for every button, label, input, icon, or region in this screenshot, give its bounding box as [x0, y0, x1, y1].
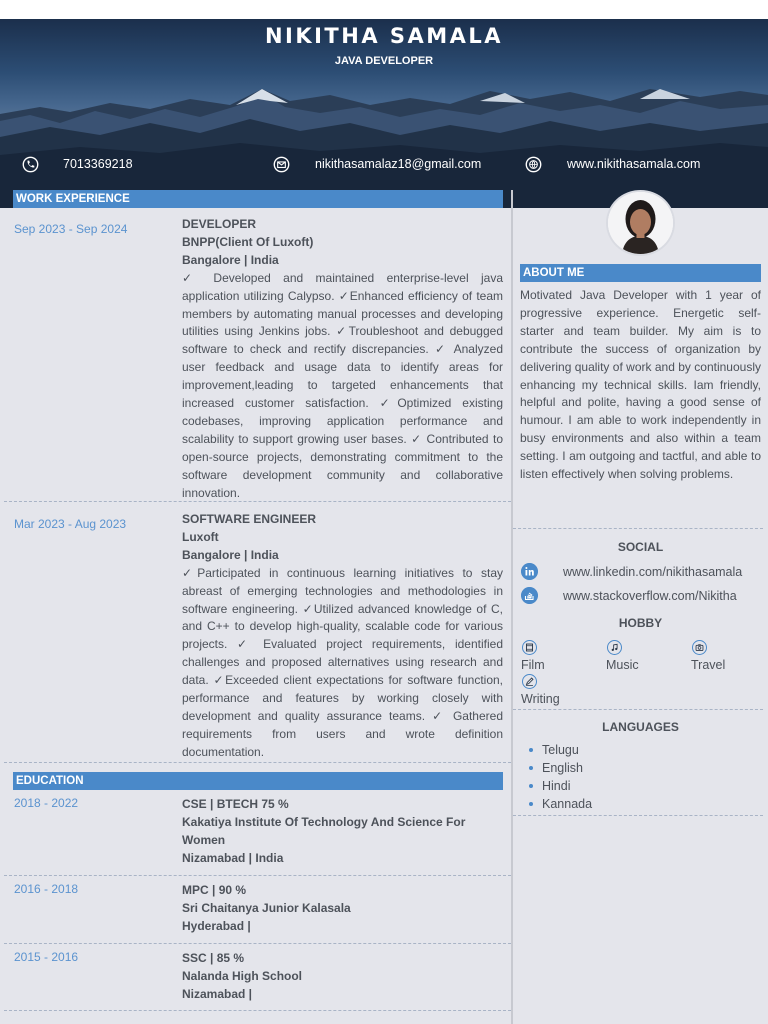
job-location: Bangalore | India: [182, 252, 279, 267]
job-position: SOFTWARE ENGINEER: [182, 512, 317, 526]
phone-number: 7013369218: [63, 157, 133, 171]
hobby-heading: HOBBY: [618, 616, 663, 630]
work-experience-heading: WORK EXPERIENCE: [13, 190, 503, 208]
job-location: Bangalore | India: [182, 547, 279, 562]
bullet-icon: [529, 766, 533, 770]
education-degree: CSE | BTECH 75 %: [182, 797, 289, 811]
job-company: Luxoft: [182, 529, 219, 544]
contact-phone[interactable]: 7013369218: [22, 155, 133, 173]
bullet-icon: [529, 802, 533, 806]
social-linkedin[interactable]: www.linkedin.com/nikithasamala: [521, 563, 742, 580]
language-item: Kannada: [529, 797, 592, 811]
phone-icon: [22, 156, 39, 172]
hobby-item: Music: [606, 640, 686, 672]
candidate-name: NIKITHA SAMALA: [264, 24, 504, 48]
hobby-label: Film: [521, 658, 545, 672]
divider: [4, 943, 511, 944]
divider: [4, 875, 511, 876]
email-icon: [273, 156, 290, 172]
pen-icon: [522, 674, 537, 689]
education-school: Sri Chaitanya Junior Kalasala: [182, 900, 351, 915]
job-title: JAVA DEVELOPER: [334, 55, 434, 67]
right-column: ABOUT ME Motivated Java Developer with 1…: [513, 190, 768, 1024]
contact-website[interactable]: www.nikithasamala.com: [525, 155, 700, 173]
job-position: DEVELOPER: [182, 217, 257, 231]
camera-icon: [692, 640, 707, 655]
divider: [4, 762, 511, 763]
divider: [4, 1010, 511, 1011]
hobby-item: Travel: [691, 640, 768, 672]
stackoverflow-url: www.stackoverflow.com/Nikitha: [563, 588, 737, 603]
linkedin-url: www.linkedin.com/nikithasamala: [563, 564, 743, 579]
languages-heading: LANGUAGES: [602, 720, 679, 734]
website-url: www.nikithasamala.com: [567, 157, 701, 171]
about-me-text: Motivated Java Developer with 1 year of …: [520, 288, 761, 482]
education-degree: SSC | 85 %: [182, 951, 245, 965]
job-description: ✓ Developed and maintained enterprise-le…: [182, 270, 503, 500]
education-school: Nalanda High School: [182, 968, 303, 983]
divider: [513, 815, 763, 816]
globe-icon: [525, 156, 542, 172]
hobby-item: Writing: [521, 674, 601, 706]
resume-page: NIKITHA SAMALA JAVA DEVELOPER 7013369218…: [0, 0, 768, 1024]
about-me-heading: ABOUT ME: [520, 264, 761, 282]
bullet-icon: [529, 784, 533, 788]
education-heading: EDUCATION: [13, 772, 503, 790]
contact-email[interactable]: nikithasamalaz18@gmail.com: [273, 155, 481, 173]
left-column: Sep 2023 - Sep 2024 DEVELOPER BNPP(Clien…: [0, 208, 511, 1024]
divider: [513, 528, 763, 529]
film-icon: [522, 640, 537, 655]
language-item: English: [529, 761, 583, 775]
avatar-icon: [608, 192, 673, 254]
profile-photo: [606, 190, 675, 256]
bullet-icon: [529, 748, 533, 752]
job-dates: Sep 2023 - Sep 2024: [14, 222, 128, 236]
email-address: nikithasamalaz18@gmail.com: [315, 157, 482, 171]
education-location: Hyderabad |: [182, 918, 251, 933]
education-dates: 2016 - 2018: [14, 882, 79, 896]
job-company: BNPP(Client Of Luxoft): [182, 234, 314, 249]
education-school: Kakatiya Institute Of Technology And Sci…: [182, 814, 466, 847]
social-stackoverflow[interactable]: www.stackoverflow.com/Nikitha: [521, 587, 737, 604]
stackoverflow-icon: [521, 587, 538, 604]
social-heading: SOCIAL: [617, 540, 664, 554]
hobby-item: Film: [521, 640, 601, 672]
divider: [513, 709, 763, 710]
education-degree: MPC | 90 %: [182, 883, 247, 897]
education-location: Nizamabad |: [182, 986, 253, 1001]
music-icon: [607, 640, 622, 655]
hobby-label: Travel: [691, 658, 726, 672]
hobby-label: Music: [606, 658, 639, 672]
linkedin-icon: [521, 563, 538, 580]
language-item: Telugu: [529, 743, 579, 757]
header-banner: NIKITHA SAMALA JAVA DEVELOPER 7013369218…: [0, 19, 768, 208]
language-item: Hindi: [529, 779, 571, 793]
education-location: Nizamabad | India: [182, 850, 284, 865]
job-description: ✓Participated in continuous learning ini…: [182, 565, 503, 759]
hobby-label: Writing: [521, 692, 560, 706]
job-dates: Mar 2023 - Aug 2023: [14, 517, 127, 531]
education-dates: 2015 - 2016: [14, 950, 79, 964]
education-dates: 2018 - 2022: [14, 796, 79, 810]
divider: [4, 501, 511, 502]
